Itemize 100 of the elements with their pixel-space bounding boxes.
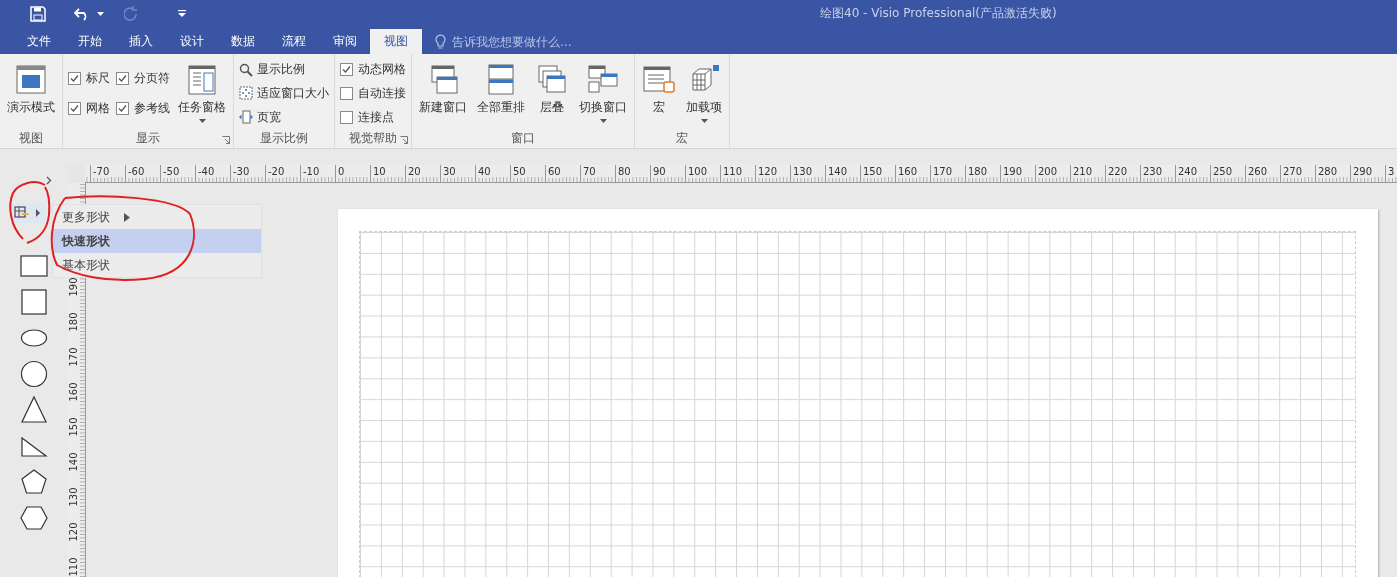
ribbon-tab[interactable]: 插入	[115, 29, 167, 54]
macro-icon	[642, 64, 676, 96]
ruler-label: -70	[93, 166, 110, 178]
ruler-label: 60	[548, 166, 561, 178]
group-label: 视觉帮助	[349, 130, 397, 147]
page-width-icon	[239, 110, 253, 125]
checkbox-label[interactable]: 参考线	[134, 99, 170, 117]
window-title: 绘图40 - Visio Professional(产品激活失败)	[820, 5, 1057, 22]
ribbon-tab[interactable]: 设计	[166, 29, 218, 54]
ruler-label: 190	[1003, 166, 1023, 178]
ruler-label: 100	[688, 166, 708, 178]
checkbox-label[interactable]: 连接点	[358, 108, 394, 126]
ruler-label: 260	[1248, 166, 1268, 178]
chevron-icon[interactable]	[46, 176, 52, 185]
ruler-label: 160	[67, 382, 80, 402]
ruler-label: 110	[67, 557, 80, 577]
checkbox[interactable]	[340, 87, 353, 100]
more-shapes-item[interactable]: 更多形状	[53, 205, 261, 229]
ruler-label: 170	[933, 166, 953, 178]
ruler-label: -40	[198, 166, 215, 178]
ribbon-button[interactable]: 显示比例	[239, 61, 329, 79]
fit-window-icon	[239, 86, 253, 101]
ruler-label: -10	[303, 166, 320, 178]
ruler-label: 150	[67, 417, 80, 437]
stencil-item[interactable]: 快速形状	[53, 229, 261, 253]
ribbon-button[interactable]: 切换窗口	[577, 62, 629, 125]
ruler-label: 170	[67, 347, 80, 367]
ruler-label: 120	[67, 522, 80, 542]
save-icon[interactable]	[30, 5, 46, 22]
customize-icon[interactable]	[178, 10, 186, 17]
ruler-label: 110	[723, 166, 743, 178]
ruler-label: 90	[653, 166, 666, 178]
ruler-label: 200	[1038, 166, 1058, 178]
checkbox-label[interactable]: 网格	[86, 99, 110, 117]
ruler-label: 140	[67, 452, 80, 472]
ruler-label: 40	[478, 166, 491, 178]
checkbox[interactable]	[68, 72, 81, 86]
dialog-launcher-icon[interactable]	[400, 136, 408, 144]
checkbox-label[interactable]: 标尺	[86, 70, 110, 88]
presentation-icon	[14, 64, 48, 96]
pentagon-shape[interactable]	[19, 467, 49, 497]
checkbox[interactable]	[340, 63, 353, 77]
ribbon-tab[interactable]: 视图	[370, 29, 422, 54]
group-label: 显示比例	[260, 130, 308, 147]
ruler-label: 50	[513, 166, 526, 178]
ruler-label: -20	[268, 166, 285, 178]
checkbox-label[interactable]: 自动连接	[358, 85, 406, 102]
ruler-label: 240	[1178, 166, 1198, 178]
ribbon-tab[interactable]: 流程	[268, 29, 320, 54]
ruler-label: 140	[828, 166, 848, 178]
ruler-label: 30	[443, 166, 456, 178]
ruler-label: 10	[373, 166, 386, 178]
shapes-button[interactable]	[11, 203, 45, 223]
checkbox[interactable]	[68, 101, 81, 115]
ruler-label: 160	[898, 166, 918, 178]
redo-icon	[124, 6, 138, 21]
group-label: 窗口	[511, 130, 535, 147]
square-shape[interactable]	[19, 287, 49, 317]
ruler-label: 0	[338, 166, 345, 178]
ribbon-tab[interactable]: 开始	[64, 29, 116, 54]
ruler-label: 210	[1073, 166, 1093, 178]
ribbon-button[interactable]: 层叠	[533, 62, 571, 125]
submenu-arrow-icon	[124, 212, 130, 222]
circle-shape[interactable]	[19, 359, 49, 389]
ribbon-button[interactable]: 宏	[640, 62, 678, 125]
dialog-launcher-icon[interactable]	[222, 136, 230, 144]
ribbon-tab[interactable]: 数据	[217, 29, 269, 54]
checkbox-label[interactable]: 动态网格	[358, 61, 406, 79]
ruler-label: 180	[67, 312, 80, 332]
ruler-label: -30	[233, 166, 250, 178]
task-pane-icon	[185, 64, 219, 96]
ribbon-tab[interactable]: 文件	[13, 29, 65, 54]
ribbon-button[interactable]: 新建窗口	[417, 62, 469, 125]
ribbon-button[interactable]: 适应窗口大小	[239, 85, 329, 102]
stencil-item[interactable]: 基本形状	[53, 253, 261, 277]
ruler-label: 130	[793, 166, 813, 178]
checkbox[interactable]	[340, 110, 353, 124]
ribbon-button[interactable]: 任务窗格	[176, 62, 228, 125]
ruler-label: 20	[408, 166, 421, 178]
lightbulb-icon	[435, 34, 446, 49]
group-label: 视图	[19, 130, 43, 147]
ruler-label: 120	[758, 166, 778, 178]
caret-icon[interactable]	[97, 11, 104, 16]
ruler-label: 180	[968, 166, 988, 178]
tell-me-field[interactable]: 告诉我您想要做什么...	[435, 29, 604, 54]
checkbox[interactable]	[116, 72, 129, 86]
triangle-shape[interactable]	[19, 395, 49, 425]
checkbox-label[interactable]: 分页符	[134, 70, 170, 88]
ribbon-button[interactable]: 加载项	[684, 62, 724, 125]
ribbon-button[interactable]: 演示模式	[5, 62, 57, 125]
hexagon-shape[interactable]	[19, 503, 49, 533]
ribbon-tab[interactable]: 审阅	[319, 29, 371, 54]
ruler-label: 250	[1213, 166, 1233, 178]
ribbon-button[interactable]: 全部重排	[475, 62, 527, 125]
switch-windows-icon	[586, 64, 620, 96]
ruler-label: 80	[618, 166, 631, 178]
ruler-label: -60	[128, 166, 145, 178]
ribbon-button[interactable]: 页宽	[239, 108, 329, 126]
ruler-label: 270	[1283, 166, 1303, 178]
checkbox[interactable]	[116, 101, 129, 115]
